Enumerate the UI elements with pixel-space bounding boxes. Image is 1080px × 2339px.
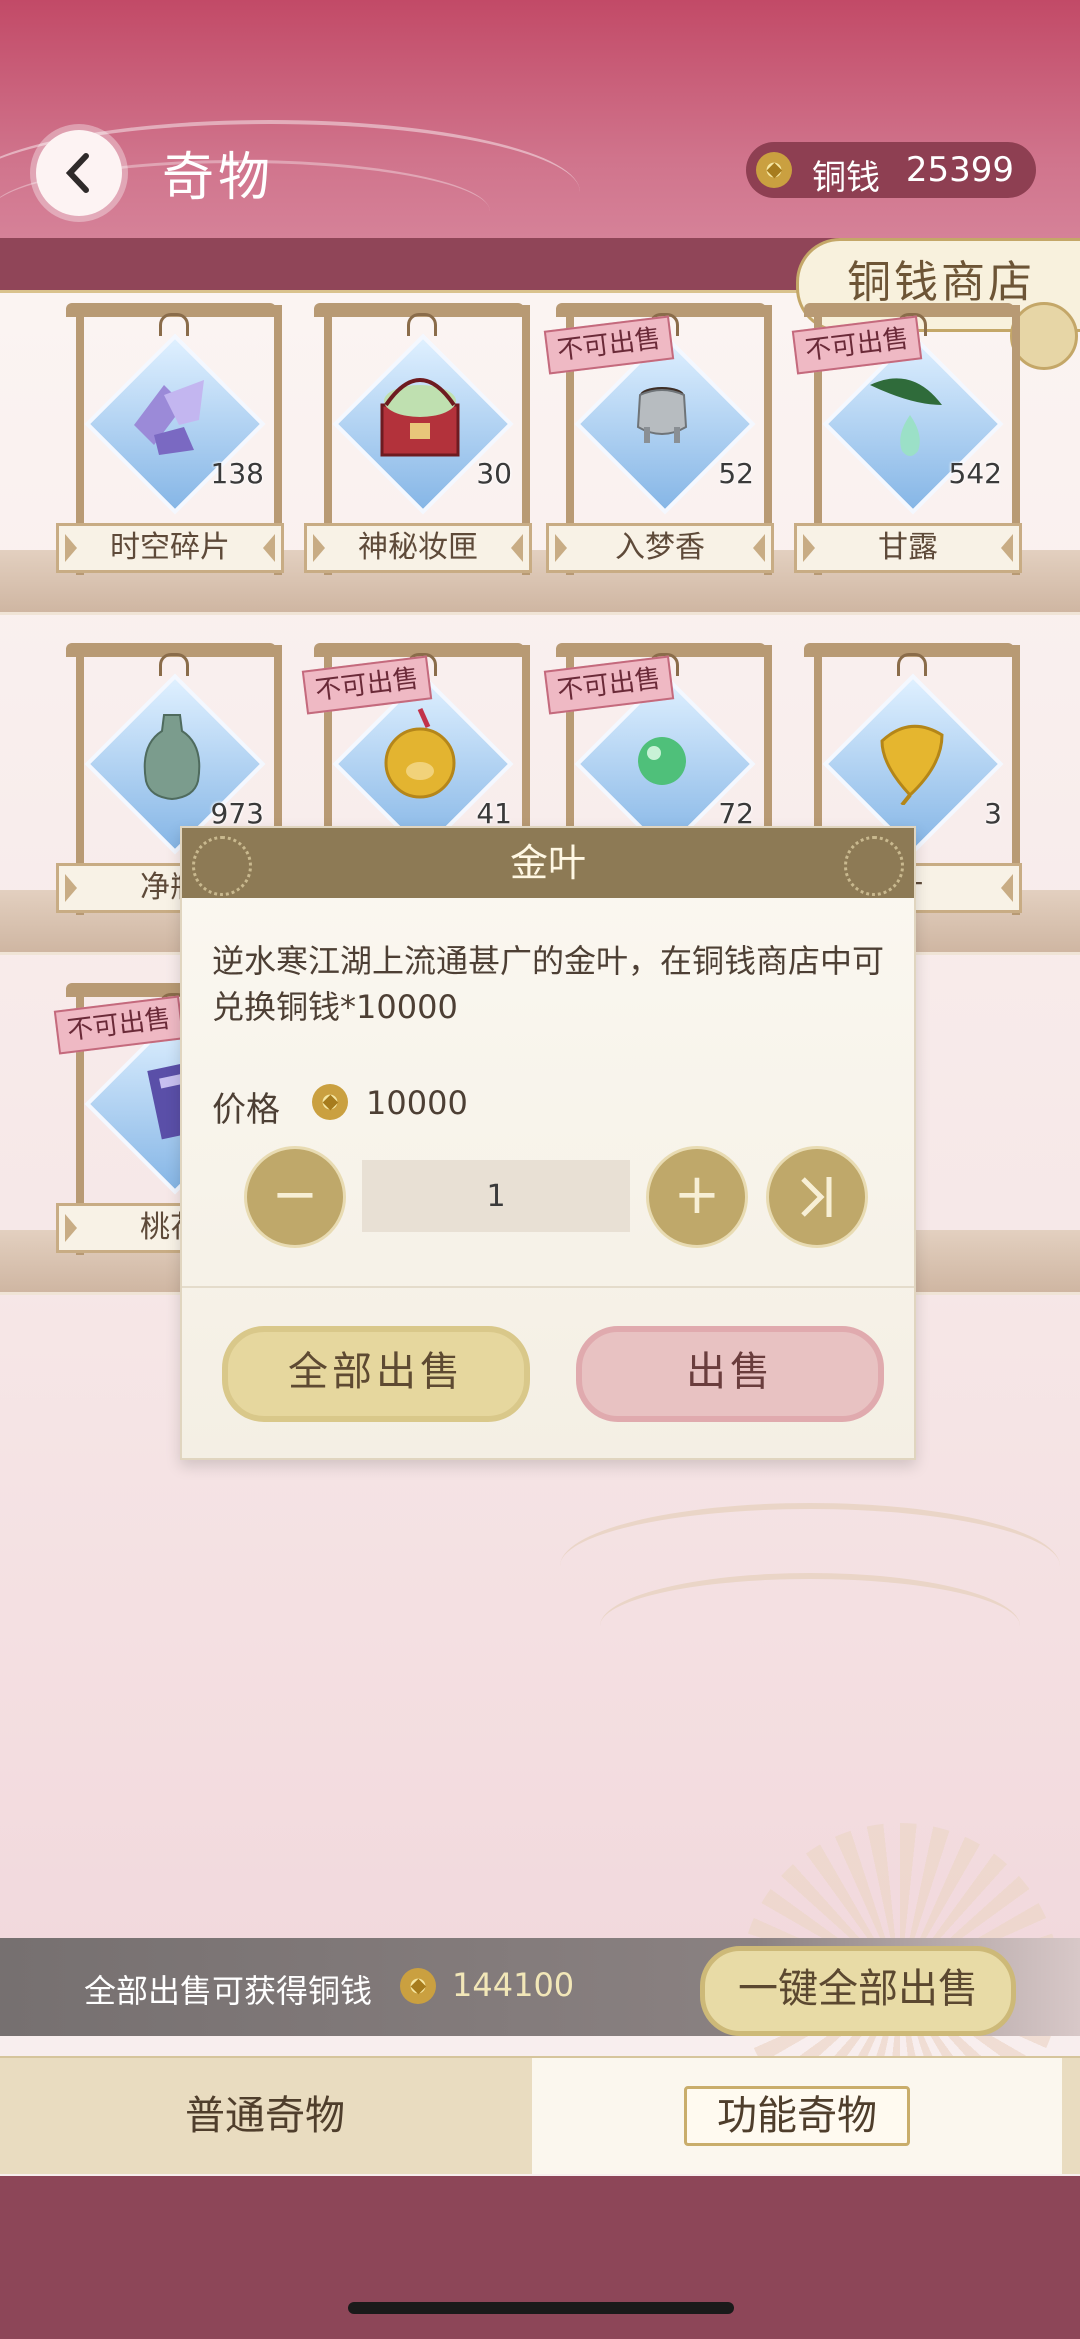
sell-dialog: 金叶 逆水寒江湖上流通甚广的金叶，在铜钱商店中可兑换铜钱*10000 价格 10… xyxy=(180,826,916,1460)
coin-value: 25399 xyxy=(905,150,1014,190)
item-name: 甘露 xyxy=(794,523,1022,573)
quantity-input[interactable] xyxy=(362,1160,630,1232)
copper-coin-icon xyxy=(312,1084,348,1120)
incense-burner-icon xyxy=(636,387,688,443)
coin-balance: 铜钱 25399 xyxy=(746,142,1036,198)
price-value: 10000 xyxy=(366,1084,468,1122)
item-slot[interactable]: 30 神秘妆匣 xyxy=(304,303,534,585)
tab-label: 普通奇物 xyxy=(185,2093,345,2139)
item-count: 542 xyxy=(948,457,1002,490)
tab-functional-items[interactable]: 功能奇物 xyxy=(532,2058,1062,2174)
dialog-title: 金叶 xyxy=(182,828,914,898)
golden-pig-icon xyxy=(384,707,456,799)
item-count: 52 xyxy=(718,457,754,490)
one-click-sell-all-button[interactable]: 一键全部出售 xyxy=(700,1946,1016,2036)
dew-drop-icon xyxy=(870,378,942,456)
sell-all-button[interactable]: 全部出售 xyxy=(222,1326,530,1422)
skip-to-end-icon xyxy=(801,1177,832,1217)
decrease-button[interactable]: − xyxy=(244,1146,346,1248)
category-tabs: 普通奇物 功能奇物 xyxy=(0,2056,1080,2174)
item-name: 神秘妆匣 xyxy=(304,523,532,573)
tab-label: 功能奇物 xyxy=(684,2086,910,2146)
background-swirl xyxy=(600,1573,1020,1679)
sell-summary-value: 144100 xyxy=(452,1966,575,2004)
home-indicator[interactable] xyxy=(348,2302,734,2314)
gold-leaf-icon xyxy=(880,724,944,805)
jade-orb-icon xyxy=(638,737,686,785)
corner-ornament xyxy=(844,836,904,896)
back-button[interactable] xyxy=(36,130,122,216)
increase-button[interactable]: + xyxy=(646,1146,748,1248)
item-slot[interactable]: 138 时空碎片 xyxy=(56,303,286,585)
item-description: 逆水寒江湖上流通甚广的金叶，在铜钱商店中可兑换铜钱*10000 xyxy=(212,942,885,1026)
sell-button[interactable]: 出售 xyxy=(576,1326,884,1422)
page-title: 奇物 xyxy=(162,148,275,208)
chevron-left-icon xyxy=(65,153,89,193)
corner-ornament xyxy=(192,836,252,896)
price-label: 价格 xyxy=(212,1090,280,1130)
mystery-box-icon xyxy=(380,378,460,457)
divider xyxy=(182,1286,914,1288)
sell-summary-text: 全部出售可获得铜钱 xyxy=(84,1972,373,2010)
copper-coin-icon xyxy=(756,152,792,188)
item-count: 3 xyxy=(984,797,1002,830)
item-count: 30 xyxy=(476,457,512,490)
item-name: 入梦香 xyxy=(546,523,774,573)
item-slot[interactable]: 不可出售 542 甘露 xyxy=(791,303,1024,585)
max-quantity-button[interactable] xyxy=(766,1146,868,1248)
item-slot[interactable]: 不可出售 52 入梦香 xyxy=(543,303,776,585)
copper-coin-icon xyxy=(400,1968,436,2004)
item-name: 时空碎片 xyxy=(56,523,284,573)
tab-normal-items[interactable]: 普通奇物 xyxy=(0,2058,530,2174)
celadon-vase-icon xyxy=(143,714,201,801)
item-count: 138 xyxy=(210,457,264,490)
crystal-shard-icon xyxy=(134,380,204,455)
coin-label: 铜钱 xyxy=(812,158,880,198)
footer xyxy=(0,2176,1080,2339)
